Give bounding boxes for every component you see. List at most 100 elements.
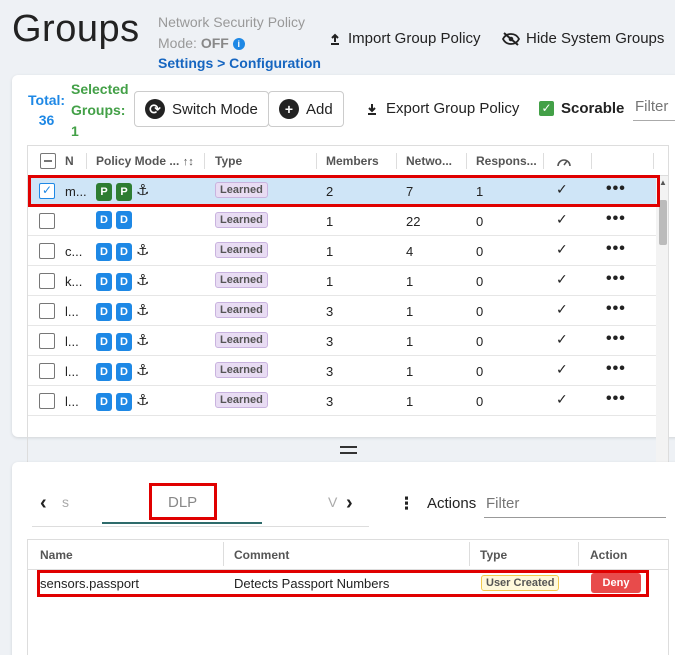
- scroll-thumb[interactable]: [659, 200, 667, 245]
- members-count: 3: [326, 304, 334, 319]
- policy-mode-info: Network Security Policy Mode: OFF i: [158, 12, 305, 54]
- table-row[interactable]: l... D D ⚓ Learned 3 1 0 ✓ •••: [28, 326, 656, 356]
- table-row[interactable]: l... D D ⚓ Learned 3 1 0 ✓ •••: [28, 386, 656, 416]
- col-policy-mode-label: Policy Mode ...: [96, 154, 180, 168]
- page-title: Groups: [12, 8, 140, 50]
- network-count: 4: [406, 244, 414, 259]
- col-policy-mode[interactable]: Policy Mode ... ↑↕: [96, 154, 194, 168]
- policy-badge: D: [96, 273, 112, 291]
- col-response[interactable]: Respons...: [476, 154, 537, 168]
- download-icon: [368, 103, 376, 115]
- members-count: 3: [326, 394, 334, 409]
- tab-prev-icon[interactable]: ‹: [40, 492, 47, 515]
- switch-mode-button[interactable]: ⟳ Switch Mode: [134, 91, 269, 127]
- active-tab-indicator: [102, 522, 262, 524]
- anchor-icon: ⚓: [136, 362, 150, 379]
- groups-filter-input[interactable]: [633, 93, 675, 121]
- more-options-icon[interactable]: •••: [606, 270, 626, 288]
- response-count: 0: [476, 214, 484, 229]
- highlight-box: [28, 175, 660, 207]
- response-count: 0: [476, 394, 484, 409]
- response-count: 0: [476, 304, 484, 319]
- export-group-policy-button[interactable]: Export Group Policy: [365, 100, 519, 117]
- divider: [591, 153, 592, 169]
- col-type[interactable]: Type: [480, 548, 507, 562]
- row-checkbox[interactable]: [39, 273, 55, 289]
- tab-next[interactable]: V: [328, 494, 337, 510]
- policy-badges: DD: [96, 211, 136, 229]
- resize-handle[interactable]: [340, 446, 357, 454]
- policy-badges: D D ⚓: [96, 301, 149, 321]
- table-row[interactable]: k... D D ⚓ Learned 1 1 0 ✓ •••: [28, 266, 656, 296]
- row-checkbox[interactable]: [39, 393, 55, 409]
- divider: [223, 542, 224, 566]
- col-network[interactable]: Netwo...: [406, 154, 452, 168]
- anchor-icon: ⚓: [136, 242, 150, 259]
- more-options-icon[interactable]: •••: [606, 210, 626, 228]
- scorable-toggle[interactable]: ✓ Scorable: [539, 100, 624, 117]
- sort-icon[interactable]: ↑↕: [183, 156, 194, 168]
- response-count: 0: [476, 334, 484, 349]
- check-icon: ✓: [539, 101, 554, 116]
- row-name: c...: [65, 244, 83, 259]
- type-badge: Learned: [215, 272, 268, 288]
- table-row[interactable]: c... D D ⚓ Learned 1 4 0 ✓ •••: [28, 236, 656, 266]
- policy-line: Network Security Policy: [158, 14, 306, 30]
- network-count: 1: [406, 394, 414, 409]
- select-all-checkbox[interactable]: [40, 153, 56, 169]
- row-checkbox[interactable]: [39, 363, 55, 379]
- row-checkbox[interactable]: [39, 213, 55, 229]
- plus-icon: +: [279, 99, 299, 119]
- import-group-policy-button[interactable]: Import Group Policy: [328, 30, 481, 47]
- selected-label-2: Groups:: [71, 102, 126, 118]
- col-members[interactable]: Members: [326, 154, 379, 168]
- rules-panel: ‹ s DLP V › ⋮ Actions Name Comment Type …: [12, 462, 675, 655]
- network-count: 1: [406, 274, 414, 289]
- col-action[interactable]: Action: [590, 548, 627, 562]
- policy-badge: D: [116, 211, 132, 229]
- row-checkbox[interactable]: [39, 333, 55, 349]
- actions-menu[interactable]: ⋮ Actions: [398, 495, 476, 512]
- network-count: 1: [406, 364, 414, 379]
- type-badge: Learned: [215, 242, 268, 258]
- info-icon[interactable]: i: [232, 38, 245, 50]
- divider: [316, 153, 317, 169]
- anchor-icon: ⚓: [136, 392, 150, 409]
- col-type[interactable]: Type: [215, 154, 242, 168]
- row-checkbox[interactable]: [39, 303, 55, 319]
- response-count: 0: [476, 364, 484, 379]
- table-scrollbar[interactable]: ▲ ▼: [656, 176, 668, 487]
- divider: [543, 153, 544, 169]
- row-checkbox[interactable]: [39, 243, 55, 259]
- scroll-up-icon[interactable]: ▲: [659, 178, 667, 187]
- col-name[interactable]: N: [65, 154, 74, 168]
- highlight-box: [37, 570, 649, 597]
- policy-badge: D: [96, 243, 112, 261]
- policy-badges: D D ⚓: [96, 391, 149, 411]
- tab-next-icon[interactable]: ›: [346, 492, 353, 515]
- divider: [466, 153, 467, 169]
- more-options-icon[interactable]: •••: [606, 390, 626, 408]
- table-row[interactable]: l... D D ⚓ Learned 3 1 0 ✓ •••: [28, 356, 656, 386]
- type-badge: Learned: [215, 332, 268, 348]
- policy-badge: D: [116, 333, 132, 351]
- mode-value: OFF: [200, 35, 229, 51]
- table-row[interactable]: DD Learned 1 22 0 ✓ •••: [28, 206, 656, 236]
- tab-prev[interactable]: s: [62, 494, 69, 510]
- rules-filter-input[interactable]: [484, 490, 666, 518]
- more-options-icon[interactable]: •••: [606, 240, 626, 258]
- more-options-icon[interactable]: •••: [606, 330, 626, 348]
- table-row[interactable]: l... D D ⚓ Learned 3 1 0 ✓ •••: [28, 296, 656, 326]
- col-comment[interactable]: Comment: [234, 548, 289, 562]
- response-count: 0: [476, 274, 484, 289]
- check-icon: ✓: [556, 361, 568, 377]
- col-name[interactable]: Name: [40, 548, 73, 562]
- more-options-icon[interactable]: •••: [606, 360, 626, 378]
- breadcrumb-link[interactable]: Settings > Configuration: [158, 55, 321, 71]
- policy-badges: D D ⚓: [96, 271, 149, 291]
- add-button[interactable]: + Add: [268, 91, 344, 127]
- hide-system-groups-button[interactable]: Hide System Groups: [502, 30, 664, 47]
- type-badge: Learned: [215, 212, 268, 228]
- more-options-icon[interactable]: •••: [606, 300, 626, 318]
- type-badge: Learned: [215, 362, 268, 378]
